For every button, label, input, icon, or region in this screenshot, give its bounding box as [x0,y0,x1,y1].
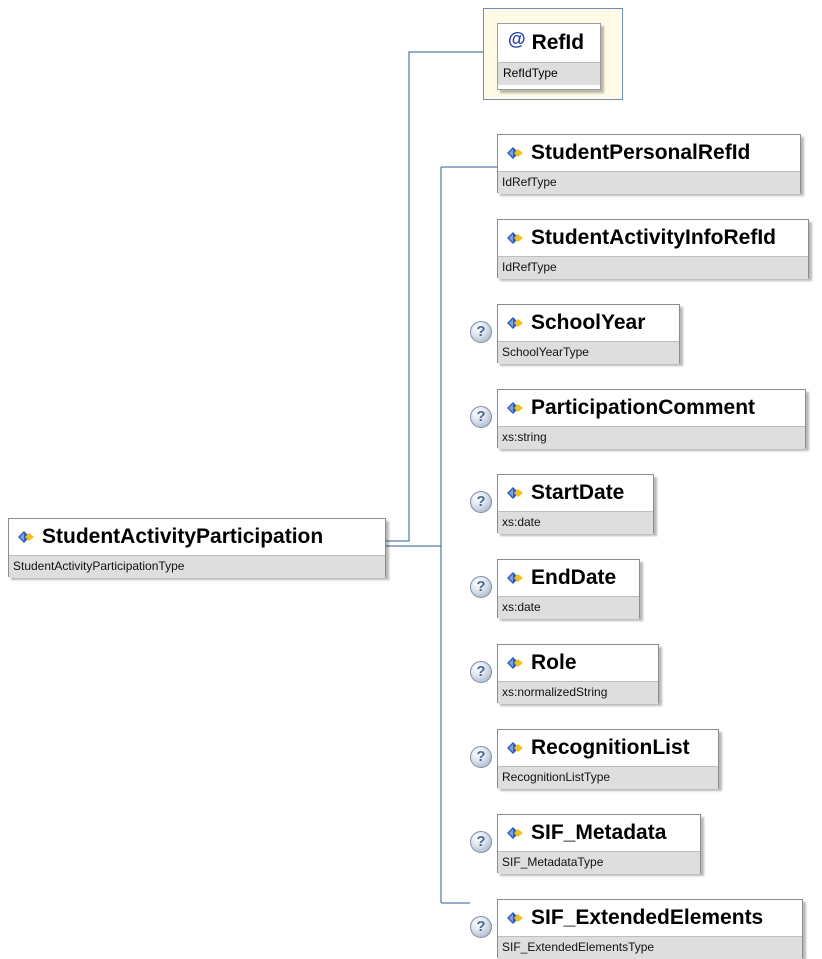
optional-question-icon[interactable]: ? [470,491,492,513]
attributes-group: @ RefId RefIdType [483,8,623,100]
optional-question-icon[interactable]: ? [470,746,492,768]
element-type: RecognitionListType [498,766,718,789]
element-box-studentactivityinforefid[interactable]: StudentActivityInfoRefId IdRefType [497,219,809,279]
element-type: SchoolYearType [498,341,679,364]
element-diamond-icon [505,571,525,585]
element-box-sif-metadata[interactable]: SIF_Metadata SIF_MetadataType [497,814,701,874]
optional-question-icon[interactable]: ? [470,576,492,598]
attribute-name: RefId [531,31,585,54]
element-name: StudentPersonalRefId [531,141,751,164]
element-name: SIF_ExtendedElements [531,906,764,929]
element-name: ParticipationComment [531,396,756,419]
element-diamond-icon [16,530,36,544]
element-box-enddate[interactable]: EndDate xs:date [497,559,640,619]
element-type: SIF_MetadataType [498,851,700,874]
element-diamond-icon [505,826,525,840]
element-type: xs:normalizedString [498,681,658,704]
element-type: SIF_ExtendedElementsType [498,936,802,959]
element-type: xs:date [498,596,639,619]
element-name: SIF_Metadata [531,821,667,844]
root-element-box[interactable]: StudentActivityParticipation StudentActi… [8,518,386,578]
element-diamond-icon [505,486,525,500]
element-diamond-icon [505,231,525,245]
element-type: xs:string [498,426,805,449]
element-name: EndDate [531,566,617,589]
optional-question-icon[interactable]: ? [470,321,492,343]
element-box-sif-extendedelements[interactable]: SIF_ExtendedElements SIF_ExtendedElements… [497,899,803,959]
optional-question-icon[interactable]: ? [470,661,492,683]
attribute-type: RefIdType [498,62,600,85]
element-type: xs:date [498,511,653,534]
optional-question-icon[interactable]: ? [470,916,492,938]
element-box-recognitionlist[interactable]: RecognitionList RecognitionListType [497,729,719,789]
element-name: StartDate [531,481,625,504]
element-box-schoolyear[interactable]: SchoolYear SchoolYearType [497,304,680,364]
connector-attribute [385,51,483,542]
optional-question-icon[interactable]: ? [470,406,492,428]
element-diamond-icon [505,656,525,670]
element-type: IdRefType [498,256,808,279]
element-diamond-icon [505,146,525,160]
element-box-role[interactable]: Role xs:normalizedString [497,644,659,704]
element-diamond-icon [505,741,525,755]
optional-question-icon[interactable]: ? [470,831,492,853]
element-diamond-icon [505,316,525,330]
element-diamond-icon [505,401,525,415]
root-element-type: StudentActivityParticipationType [9,555,385,578]
element-type: IdRefType [498,171,800,194]
element-box-startdate[interactable]: StartDate xs:date [497,474,654,534]
root-element-name: StudentActivityParticipation [42,525,324,548]
element-diamond-icon [505,911,525,925]
element-name: SchoolYear [531,311,646,334]
element-name: RecognitionList [531,736,690,759]
element-name: StudentActivityInfoRefId [531,226,776,249]
element-box-participationcomment[interactable]: ParticipationComment xs:string [497,389,806,449]
element-name: Role [531,651,577,674]
element-box-studentpersonalrefid[interactable]: StudentPersonalRefId IdRefType [497,134,801,194]
attribute-box-refid[interactable]: @ RefId RefIdType [497,23,601,90]
attribute-at-icon: @ [508,28,526,49]
